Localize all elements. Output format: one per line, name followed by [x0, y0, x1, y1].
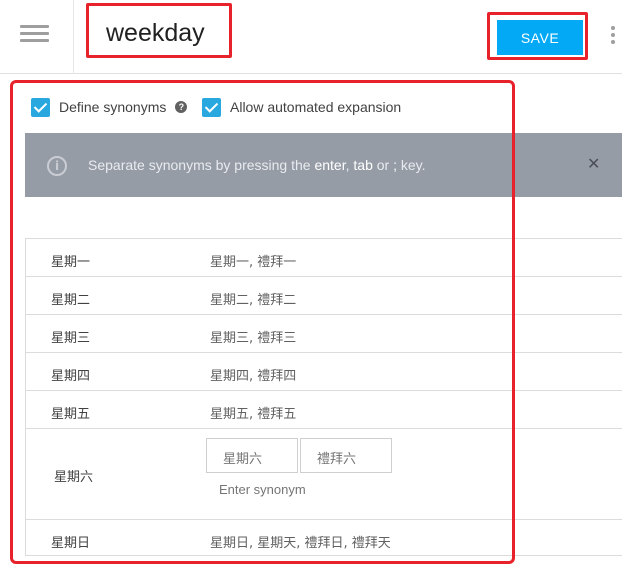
- content-highlight: [10, 80, 515, 564]
- entity-name-field[interactable]: weekday: [86, 3, 232, 58]
- save-button[interactable]: SAVE: [497, 20, 583, 55]
- save-highlight: SAVE: [487, 12, 588, 60]
- hamburger-icon-line: [20, 39, 49, 42]
- menu-button[interactable]: [0, 0, 74, 74]
- top-bar: weekday SAVE: [0, 0, 622, 74]
- close-icon[interactable]: ✕: [587, 154, 600, 173]
- more-options-icon[interactable]: [606, 23, 620, 47]
- hamburger-icon: [20, 25, 49, 28]
- hamburger-icon-line: [20, 32, 49, 35]
